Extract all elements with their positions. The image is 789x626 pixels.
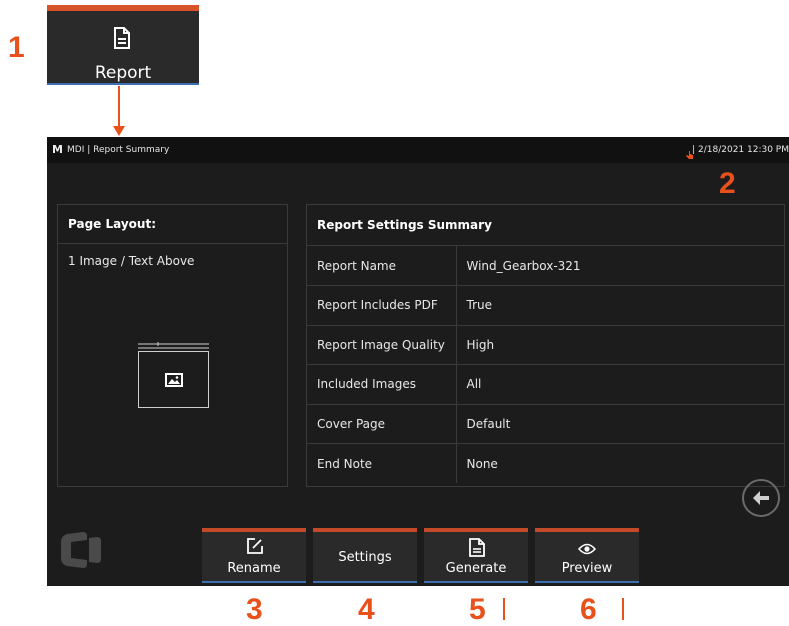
- callout-arrowhead: [113, 126, 125, 136]
- device-screen: M MDI | Report Summary | 2/18/2021 12:30…: [47, 137, 789, 586]
- edit-icon: [247, 538, 263, 558]
- app-title: MDI | Report Summary: [67, 145, 170, 155]
- row-value: All: [456, 364, 784, 405]
- table-row: End Note None: [307, 443, 784, 483]
- row-value: None: [466, 456, 498, 471]
- row-value: Wind_Gearbox-321: [456, 246, 784, 286]
- row-value: Default: [456, 404, 784, 444]
- callout-5-marker: [503, 598, 505, 620]
- page-layout-panel: Page Layout: 1 Image / Text Above: [57, 204, 288, 487]
- preview-button[interactable]: Preview: [535, 528, 639, 583]
- document-icon: [113, 27, 131, 53]
- bottom-strip: [47, 583, 789, 586]
- callout-6: 6: [580, 593, 597, 626]
- brand-logo-icon: [57, 530, 103, 574]
- row-value: High: [456, 325, 784, 365]
- table-row: Report Includes PDF True: [307, 285, 784, 326]
- text-lines-icon: [138, 342, 209, 349]
- status-bar: M MDI | Report Summary | 2/18/2021 12:30…: [47, 137, 789, 163]
- row-key: Report Includes PDF: [307, 285, 457, 326]
- layout-thumbnail: [138, 351, 209, 408]
- row-key: Cover Page: [307, 404, 457, 444]
- callout-1: 1: [8, 31, 25, 64]
- image-icon: [165, 372, 183, 391]
- settings-table: Report Name Wind_Gearbox-321 Report Incl…: [307, 246, 784, 483]
- callout-5: 5: [469, 593, 486, 626]
- back-arrow-icon: [753, 491, 769, 505]
- callout-3: 3: [246, 593, 263, 626]
- callout-6-marker: [622, 598, 624, 620]
- generate-button[interactable]: Generate: [424, 528, 528, 583]
- callout-connector: [118, 86, 120, 128]
- eye-icon: [577, 540, 597, 559]
- report-button-label: Report: [94, 63, 152, 83]
- summary-title: Report Settings Summary: [307, 205, 784, 246]
- datetime: | 2/18/2021 12:30 PM: [692, 145, 789, 155]
- generate-label: Generate: [445, 561, 507, 576]
- table-row: Report Name Wind_Gearbox-321: [307, 246, 784, 286]
- rename-label: Rename: [227, 561, 281, 576]
- page-layout-title: Page Layout:: [58, 205, 287, 244]
- document-icon: [469, 538, 485, 561]
- callout-4: 4: [358, 593, 375, 626]
- settings-label: Settings: [338, 550, 392, 565]
- table-row: Report Image Quality High: [307, 325, 784, 365]
- row-key: Report Image Quality: [307, 325, 457, 365]
- row-key: Report Name: [307, 246, 457, 286]
- rename-button[interactable]: Rename: [202, 528, 306, 583]
- row-key: End Note: [307, 443, 457, 483]
- table-row: Cover Page Default: [307, 404, 784, 444]
- preview-label: Preview: [561, 561, 613, 576]
- row-key: Included Images: [307, 364, 457, 405]
- callout-2: 2: [719, 167, 736, 200]
- settings-button[interactable]: Settings: [313, 528, 417, 583]
- report-settings-summary-panel: Report Settings Summary Report Name Wind…: [306, 204, 785, 487]
- report-button[interactable]: Report: [47, 5, 199, 85]
- row-value: True: [456, 285, 784, 326]
- mdi-logo: M: [52, 143, 63, 156]
- page-layout-value: 1 Image / Text Above: [68, 254, 195, 268]
- table-row: Included Images All: [307, 364, 784, 405]
- back-button[interactable]: [742, 479, 780, 517]
